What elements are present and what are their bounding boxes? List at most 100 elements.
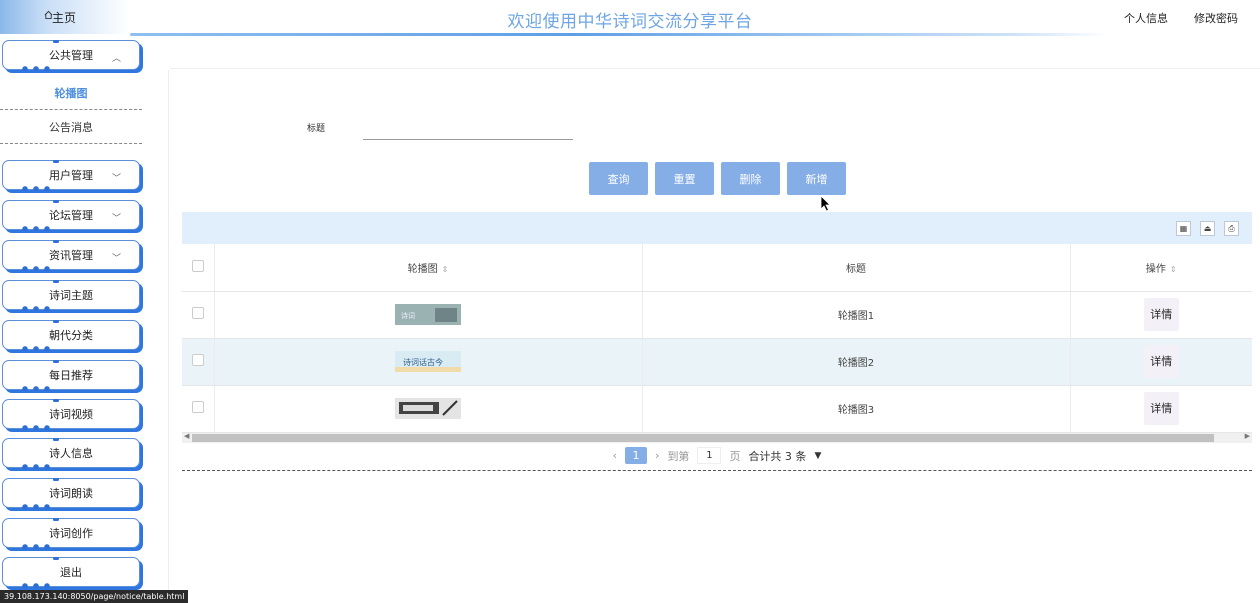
row-title-cell: 轮播图2 — [641, 338, 1070, 386]
goto-label: 到第 — [667, 449, 690, 463]
column-header-image[interactable]: 轮播图 ⇕ — [213, 244, 642, 292]
decor-dots-icon — [21, 266, 59, 271]
print-icon[interactable]: ⎙ — [1224, 221, 1239, 236]
sidebar-item-video[interactable]: 诗词视频 — [2, 399, 140, 430]
decor-dots-icon — [21, 464, 59, 469]
delete-button[interactable]: 删除 — [721, 162, 780, 195]
row-title-cell: 轮播图3 — [641, 385, 1070, 433]
query-button[interactable]: 查询 — [589, 162, 648, 195]
row-checkbox[interactable] — [191, 307, 204, 319]
title-search-input[interactable] — [363, 124, 573, 140]
data-table: ▦ ⏏ ⎙ 轮播图 ⇕ 标题 操作 ⇕ 诗词 轮播图1 详情 诗词话古今 轮播图… — [182, 212, 1252, 471]
sort-icon[interactable]: ⇕ — [442, 265, 449, 274]
detail-button[interactable]: 详情 — [1143, 298, 1179, 331]
decor-dots-icon — [21, 425, 59, 430]
table-row: 诗词话古今 轮播图2 详情 — [182, 338, 1252, 386]
row-checkbox[interactable] — [191, 354, 204, 366]
column-filter-icon[interactable]: ▦ — [1176, 221, 1191, 236]
table-row: 轮播图3 详情 — [182, 385, 1252, 433]
sidebar-item-label: 诗词主题 — [49, 289, 93, 302]
decor-dots-icon — [21, 504, 59, 509]
row-action-cell: 详情 — [1069, 338, 1252, 386]
page-size-dropdown-icon[interactable]: ▼ — [814, 451, 821, 461]
row-image-cell: 诗词话古今 — [213, 338, 642, 386]
sidebar-item-poem-theme[interactable]: 诗词主题 — [2, 280, 140, 311]
sidebar-item-poet[interactable]: 诗人信息 — [2, 438, 140, 469]
horizontal-scrollbar[interactable]: ◀ ▶ — [182, 432, 1252, 443]
sidebar-item-label: 诗人信息 — [49, 447, 93, 460]
scroll-left-icon[interactable]: ◀ — [184, 432, 189, 440]
detail-button[interactable]: 详情 — [1143, 392, 1179, 425]
select-all-checkbox[interactable] — [191, 259, 204, 272]
sidebar-group-users[interactable]: 用户管理 ﹀ — [2, 160, 140, 191]
change-password-link[interactable]: 修改密码 — [1194, 10, 1238, 26]
sidebar-item-daily[interactable]: 每日推荐 — [2, 360, 140, 391]
row-image-cell: 诗词 — [213, 291, 642, 339]
title-search-label: 标题 — [307, 124, 326, 134]
svg-text:诗词话古今: 诗词话古今 — [403, 357, 443, 367]
sidebar-item-label: 诗词朗读 — [49, 487, 93, 500]
mouse-cursor-icon — [820, 195, 831, 212]
sidebar-item-dynasty[interactable]: 朝代分类 — [2, 320, 140, 351]
header-checkbox-cell — [182, 244, 214, 292]
profile-link[interactable]: 个人信息 — [1124, 10, 1168, 26]
sidebar-subitem-notice[interactable]: 公告消息 — [0, 110, 142, 144]
page-unit-label: 页 — [729, 449, 741, 463]
row-action-cell: 详情 — [1069, 291, 1252, 339]
current-page[interactable]: 1 — [625, 447, 648, 464]
carousel-thumbnail: 诗词 — [395, 304, 461, 325]
table-toolbar: ▦ ⏏ ⎙ — [182, 212, 1252, 244]
sidebar-group-label: 公共管理 — [49, 49, 93, 62]
total-count: 合计共 3 条 — [748, 449, 807, 463]
chevron-up-icon: ︿ — [111, 54, 121, 64]
table-row: 诗词 轮播图1 详情 — [182, 291, 1252, 339]
row-title-cell: 轮播图1 — [641, 291, 1070, 339]
page-number-input[interactable]: 1 — [697, 447, 722, 464]
top-header: 主页 欢迎使用中华诗词交流分享平台 个人信息 修改密码 — [0, 0, 1260, 36]
decor-dots-icon — [21, 186, 59, 191]
scroll-right-icon[interactable]: ▶ — [1245, 432, 1250, 440]
row-action-cell: 详情 — [1069, 385, 1252, 433]
row-checkbox[interactable] — [191, 401, 204, 413]
header-underline — [130, 33, 1110, 36]
action-buttons: 查询 重置 删除 新增 — [589, 162, 846, 195]
decor-dots-icon — [21, 386, 59, 391]
column-header-label: 轮播图 — [407, 263, 438, 275]
browser-status-url: 39.108.173.140:8050/page/notice/table.ht… — [0, 590, 189, 603]
sidebar-group-forum[interactable]: 论坛管理 ﹀ — [2, 200, 140, 231]
detail-button[interactable]: 详情 — [1143, 345, 1179, 378]
sidebar-item-create[interactable]: 诗词创作 — [2, 518, 140, 549]
row-image-cell — [213, 385, 642, 433]
sidebar-subitem-carousel[interactable]: 轮播图 — [0, 76, 142, 110]
row-checkbox-cell — [182, 291, 214, 339]
sidebar-item-label: 朝代分类 — [49, 329, 93, 342]
sidebar-item-label: 退出 — [60, 566, 82, 579]
next-page-icon[interactable]: › — [655, 449, 659, 462]
decor-dots-icon — [21, 226, 59, 231]
column-header-action[interactable]: 操作 ⇕ — [1069, 244, 1252, 292]
sidebar-item-recite[interactable]: 诗词朗读 — [2, 478, 140, 509]
carousel-thumbnail: 诗词话古今 — [395, 351, 461, 372]
decor-dots-icon — [21, 346, 59, 351]
sidebar-subitem-label: 轮播图 — [54, 86, 88, 100]
sort-icon[interactable]: ⇕ — [1170, 265, 1177, 274]
chevron-down-icon: ﹀ — [111, 174, 121, 184]
sidebar-divider — [168, 70, 169, 600]
add-button[interactable]: 新增 — [787, 162, 846, 195]
carousel-thumbnail — [395, 398, 461, 419]
sidebar-group-label: 论坛管理 — [49, 209, 93, 222]
chevron-down-icon: ﹀ — [111, 254, 121, 264]
reset-button[interactable]: 重置 — [655, 162, 714, 195]
sidebar-item-label: 每日推荐 — [49, 369, 93, 382]
scrollbar-thumb[interactable] — [192, 433, 1214, 442]
sidebar-group-public[interactable]: 公共管理 ︿ — [2, 40, 140, 71]
prev-page-icon[interactable]: ‹ — [613, 449, 617, 462]
sidebar-group-news[interactable]: 资讯管理 ﹀ — [2, 240, 140, 271]
table-header-row: 轮播图 ⇕ 标题 操作 ⇕ — [182, 244, 1252, 292]
main-content: 标题 查询 重置 删除 新增 ▦ ⏏ ⎙ 轮播图 ⇕ 标题 操作 ⇕ 诗词 轮播… — [170, 68, 1260, 478]
sidebar: 公共管理 ︿ 轮播图 公告消息 用户管理 ﹀ 论坛管理 ﹀ 资讯管理 ﹀ 诗词主… — [0, 38, 170, 600]
page-title: 欢迎使用中华诗词交流分享平台 — [507, 12, 753, 32]
decor-dots-icon — [21, 66, 59, 71]
export-icon[interactable]: ⏏ — [1200, 221, 1215, 236]
sidebar-item-logout[interactable]: 退出 — [2, 557, 140, 588]
